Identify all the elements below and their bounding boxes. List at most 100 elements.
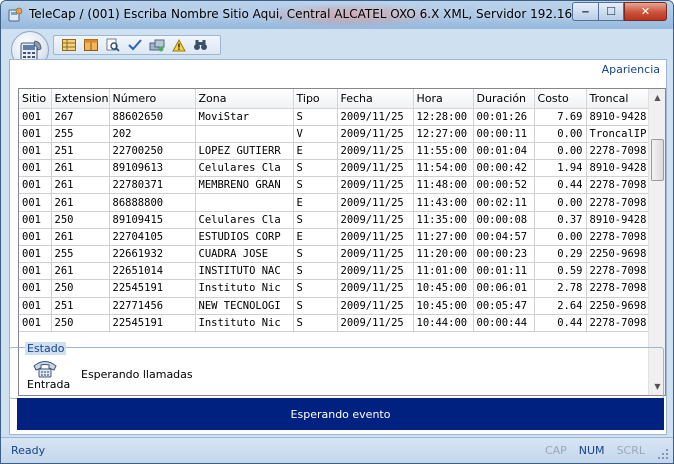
table-cell: 2009/11/25 bbox=[337, 314, 414, 332]
table-cell: 86888800 bbox=[109, 193, 196, 212]
table-cell: 0.44 bbox=[534, 314, 587, 332]
binoculars-icon[interactable] bbox=[192, 37, 209, 53]
table-cell: LOPEZ GUTIERR bbox=[195, 142, 294, 161]
table-cell: S bbox=[293, 245, 338, 264]
table-row[interactable]: 001 261 89109613 Celulares Cla S 2009/11/25 11… bbox=[19, 159, 655, 178]
table-cell: S bbox=[293, 176, 338, 195]
appearance-link[interactable]: Apariencia bbox=[602, 63, 660, 76]
app-window: TeleCap / (001) Escriba Nombre Sitio Aqu… bbox=[0, 0, 674, 464]
column-header[interactable]: Número bbox=[109, 89, 196, 109]
column-header[interactable]: Duración bbox=[473, 89, 535, 109]
table-cell bbox=[195, 193, 294, 212]
table-cell: 250 bbox=[51, 314, 110, 332]
column-header[interactable]: Costo bbox=[534, 89, 587, 109]
table-cell: 0.29 bbox=[534, 245, 587, 264]
table-icon[interactable] bbox=[82, 37, 99, 53]
table-cell: 251 bbox=[51, 297, 110, 315]
table-row[interactable]: 001 250 22545191 Instituto Nic S 2009/11/25 10… bbox=[19, 279, 655, 298]
table-cell: 11:43:00 bbox=[413, 193, 474, 212]
table-cell: 2009/11/25 bbox=[337, 228, 414, 247]
table-cell: 00:04:57 bbox=[473, 228, 535, 247]
table-cell: 10:45:00 bbox=[413, 297, 474, 315]
table-cell: 001 bbox=[19, 142, 52, 161]
table-cell: 2009/11/25 bbox=[337, 125, 414, 143]
table-row[interactable]: 001 251 22700250 LOPEZ GUTIERR E 2009/11/25 11… bbox=[19, 142, 655, 161]
table-cell: 2009/11/25 bbox=[337, 245, 414, 264]
table-cell: 2250-9698 bbox=[586, 245, 655, 264]
table-cell: 7.69 bbox=[534, 108, 587, 126]
table-cell: 001 bbox=[19, 159, 52, 178]
table-cell: 0.00 bbox=[534, 125, 587, 143]
table-cell: 0.00 bbox=[534, 142, 587, 161]
table-cell: CUADRA JOSE bbox=[195, 245, 294, 264]
column-header[interactable]: Extension bbox=[51, 89, 110, 109]
table-cell: 00:06:01 bbox=[473, 279, 535, 298]
table-cell: INSTITUTO NAC bbox=[195, 262, 294, 281]
scroll-up-icon[interactable]: ▲ bbox=[649, 89, 665, 106]
table-row[interactable]: 001 250 89109415 Celulares Cla S 2009/11/25 11… bbox=[19, 211, 655, 229]
incoming-phone-icon[interactable] bbox=[31, 357, 59, 379]
table-cell: 2.64 bbox=[534, 297, 587, 315]
calls-table: Sitio Extension Número Zona Tipo Fecha Hora Dur… bbox=[19, 89, 655, 332]
table-cell: 22651014 bbox=[109, 262, 196, 281]
table-cell: 2250-9698 bbox=[586, 297, 655, 315]
table-cell: 22704105 bbox=[109, 228, 196, 247]
check-icon[interactable] bbox=[126, 37, 143, 53]
column-header[interactable]: Hora bbox=[413, 89, 474, 109]
table-cell: S bbox=[293, 159, 338, 178]
table-row[interactable]: 001 261 22780371 MEMBRENO GRAN S 2009/11/25 11… bbox=[19, 176, 655, 195]
table-cell: 2009/11/25 bbox=[337, 193, 414, 212]
table-cell: 001 bbox=[19, 228, 52, 247]
scroll-thumb[interactable] bbox=[651, 139, 664, 181]
table-row[interactable]: 001 255 22661932 CUADRA JOSE S 2009/11/25 11:2… bbox=[19, 245, 655, 264]
table-body: 001 267 88602650 MoviStar S 2009/11/25 12:28:0… bbox=[19, 108, 655, 332]
table-row[interactable]: 001 250 22545191 Instituto Nic S 2009/11/25 10… bbox=[19, 314, 655, 332]
maximize-button[interactable]: ☐ bbox=[598, 2, 624, 21]
column-header[interactable]: Troncal bbox=[586, 89, 655, 109]
grid-icon[interactable] bbox=[60, 37, 77, 53]
table-cell: 11:48:00 bbox=[413, 176, 474, 195]
table-cell: 22661932 bbox=[109, 245, 196, 264]
table-row[interactable]: 001 267 88602650 MoviStar S 2009/11/25 12:28:0… bbox=[19, 108, 655, 126]
column-header[interactable]: Tipo bbox=[293, 89, 338, 109]
table-cell: Instituto Nic bbox=[195, 279, 294, 298]
table-row[interactable]: 001 261 22651014 INSTITUTO NAC S 2009/11/25 11… bbox=[19, 262, 655, 281]
table-cell: 10:44:00 bbox=[413, 314, 474, 332]
column-header[interactable]: Zona bbox=[195, 89, 294, 109]
event-bar: Esperando evento bbox=[17, 398, 664, 430]
table-cell: 2009/11/25 bbox=[337, 211, 414, 229]
table-cell: 261 bbox=[51, 176, 110, 195]
column-header[interactable]: Sitio bbox=[19, 89, 52, 109]
table-row[interactable]: 001 261 86888800 E 2009/11/25 11:43:00 00:02:1… bbox=[19, 193, 655, 212]
table-cell: E bbox=[293, 193, 338, 212]
table-row[interactable]: 001 255 202 V 2009/11/25 12:27:00 00:00:11 0.00… bbox=[19, 125, 655, 143]
indicator-num: NUM bbox=[578, 444, 605, 457]
table-cell: 0.37 bbox=[534, 211, 587, 229]
warning-icon[interactable] bbox=[170, 37, 187, 53]
search-icon[interactable] bbox=[104, 37, 121, 53]
table-cell: V bbox=[293, 125, 338, 143]
table-cell: 00:01:11 bbox=[473, 262, 535, 281]
title-bar[interactable]: TeleCap / (001) Escriba Nombre Sitio Aqu… bbox=[1, 1, 673, 29]
resize-grip-icon[interactable] bbox=[657, 448, 669, 460]
table-cell: 2.78 bbox=[534, 279, 587, 298]
table-cell: S bbox=[293, 297, 338, 315]
table-cell: 2278-7098 bbox=[586, 279, 655, 298]
table-header-row: Sitio Extension Número Zona Tipo Fecha Hora Dur… bbox=[19, 89, 655, 109]
table-cell: 22545191 bbox=[109, 279, 196, 298]
table-row[interactable]: 001 251 22771456 NEW TECNOLOGI S 2009/11/25 10… bbox=[19, 297, 655, 315]
close-button[interactable]: ✕ bbox=[624, 2, 667, 21]
table-cell: 88602650 bbox=[109, 108, 196, 126]
status-message: Esperando llamadas bbox=[81, 368, 193, 381]
table-cell: 255 bbox=[51, 125, 110, 143]
network-icon[interactable] bbox=[148, 37, 165, 53]
table-cell: E bbox=[293, 142, 338, 161]
minimize-button[interactable]: ‒ bbox=[572, 2, 598, 21]
table-cell: ESTUDIOS CORP bbox=[195, 228, 294, 247]
table-cell bbox=[195, 125, 294, 143]
column-header[interactable]: Fecha bbox=[337, 89, 414, 109]
table-cell: 2009/11/25 bbox=[337, 279, 414, 298]
table-row[interactable]: 001 261 22704105 ESTUDIOS CORP E 2009/11/25 11… bbox=[19, 228, 655, 247]
table-cell: 2009/11/25 bbox=[337, 142, 414, 161]
table-cell: 2278-7098 bbox=[586, 314, 655, 332]
